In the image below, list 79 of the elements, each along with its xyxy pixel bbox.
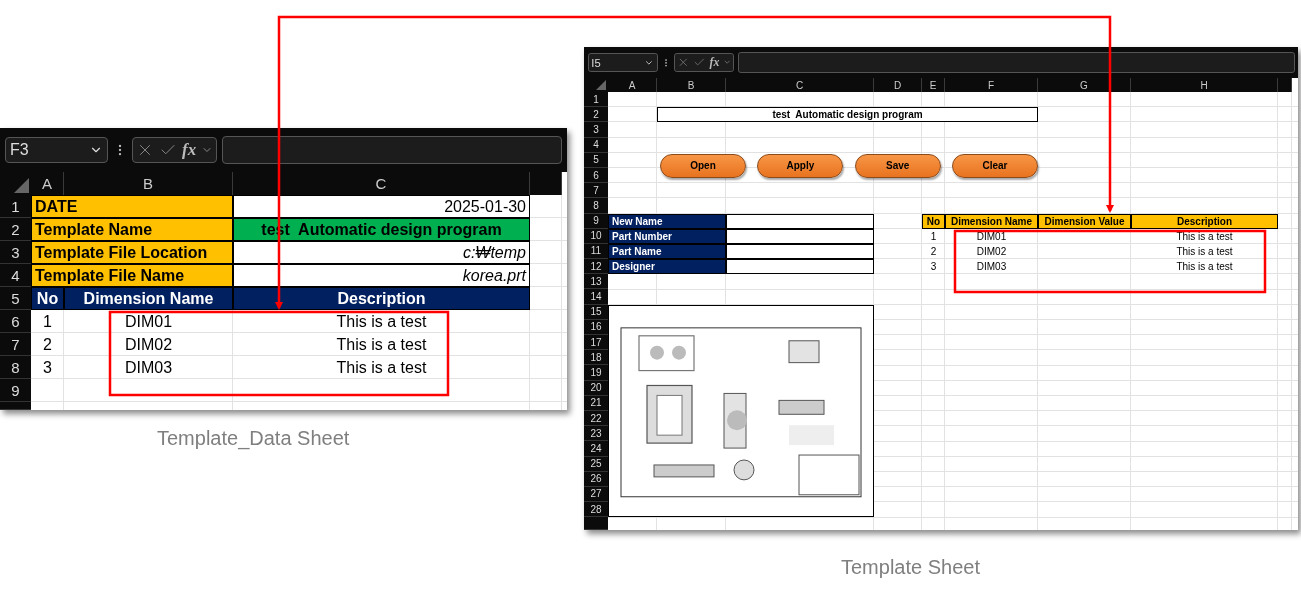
header-cell: Dimension Name <box>64 287 233 310</box>
column-header[interactable]: E <box>922 78 945 92</box>
insert-function-button[interactable]: fx <box>182 140 197 160</box>
table-cell-text: 2 <box>42 334 53 355</box>
name-box[interactable]: I5 <box>587 53 658 72</box>
column-header[interactable]: F <box>945 78 1038 92</box>
row-header[interactable]: 23 <box>584 426 608 442</box>
row-header[interactable]: 8 <box>0 356 31 379</box>
row-header[interactable]: 1 <box>0 195 31 218</box>
value-cell: korea.prt <box>233 264 530 287</box>
action-button[interactable]: Save <box>854 153 941 178</box>
table-cell-text: DIM02 <box>975 244 1008 259</box>
row-header[interactable]: 6 <box>0 310 31 333</box>
table-cell-text: This is a test <box>1175 244 1234 259</box>
header-cell: Dimension Name <box>945 213 1038 229</box>
table-cell-text: 1 <box>929 229 938 244</box>
label-cell: Template File Name <box>31 264 233 287</box>
table-cell-text: This is a test <box>1175 260 1234 275</box>
table-cell-text: This is a test <box>335 357 428 378</box>
column-header[interactable]: G <box>1038 78 1131 92</box>
row-header[interactable]: 4 <box>0 264 31 287</box>
action-button[interactable]: Apply <box>757 153 844 178</box>
column-header[interactable]: A <box>31 172 64 195</box>
table-cell-text: This is a test <box>335 334 428 355</box>
row-header[interactable]: 12 <box>584 259 608 275</box>
header-cell: Description <box>1131 213 1278 229</box>
table-cell-text: 3 <box>42 357 53 378</box>
row-header[interactable]: 8 <box>584 198 608 214</box>
table-cell-text: This is a test <box>1175 229 1234 244</box>
row-header[interactable]: 7 <box>584 183 608 199</box>
row-header[interactable]: 17 <box>584 335 608 351</box>
row-header[interactable]: 24 <box>584 441 608 457</box>
row-header[interactable]: 3 <box>0 241 31 264</box>
column-header[interactable]: B <box>64 172 233 195</box>
table-cell-text: DIM01 <box>123 311 174 332</box>
column-header[interactable]: D <box>874 78 922 92</box>
header-cell: No <box>922 213 945 229</box>
table-cell-text: 2 <box>929 244 938 259</box>
row-header[interactable]: 2 <box>584 107 608 123</box>
label-cell: Template File Location <box>31 241 233 264</box>
label-cell: Template Name <box>31 218 233 241</box>
column-header[interactable]: C <box>726 78 874 92</box>
row-header[interactable]: 9 <box>0 379 31 402</box>
column-header[interactable]: H <box>1131 78 1278 92</box>
table-cell-text: This is a test <box>335 311 428 332</box>
header-cell: Dimension Value <box>1038 213 1131 229</box>
row-header[interactable]: 28 <box>584 502 608 518</box>
table-cell-text: DIM02 <box>123 334 174 355</box>
insert-function-button[interactable]: fx <box>709 55 720 70</box>
header-cell: No <box>31 287 64 310</box>
title-cell: test Automatic design program <box>657 107 1038 123</box>
header-cell: Description <box>233 287 530 310</box>
field-label: Designer <box>608 259 726 275</box>
row-header[interactable]: 19 <box>584 365 608 381</box>
column-header[interactable]: A <box>608 78 657 92</box>
row-header[interactable]: 7 <box>0 333 31 356</box>
row-header[interactable]: 2 <box>0 218 31 241</box>
column-header[interactable]: B <box>657 78 726 92</box>
table-cell-text: DIM03 <box>975 260 1008 275</box>
row-header[interactable]: 5 <box>0 287 31 310</box>
action-button[interactable]: Open <box>660 153 746 178</box>
label-cell: DATE <box>31 195 233 218</box>
row-header[interactable]: 18 <box>584 350 608 366</box>
table-cell-text: 3 <box>929 260 938 275</box>
row-header[interactable]: 13 <box>584 274 608 290</box>
row-header[interactable]: 3 <box>584 122 608 138</box>
field-label: New Name <box>608 213 726 229</box>
row-header[interactable]: 1 <box>584 92 608 108</box>
value-cell: 2025-01-30 <box>233 195 530 218</box>
action-button[interactable]: Clear <box>952 153 1038 178</box>
column-header[interactable]: C <box>233 172 530 195</box>
row-header[interactable]: 14 <box>584 289 608 305</box>
sheet-caption: Template Sheet <box>841 556 980 579</box>
table-cell-text: 1 <box>42 311 53 332</box>
table-cell-text: DIM03 <box>123 357 174 378</box>
table-cell-text: DIM01 <box>975 229 1008 244</box>
name-box[interactable]: F3 <box>5 137 108 163</box>
sheet-caption: Template_Data Sheet <box>157 427 350 450</box>
value-cell: c:₩temp <box>233 241 530 264</box>
